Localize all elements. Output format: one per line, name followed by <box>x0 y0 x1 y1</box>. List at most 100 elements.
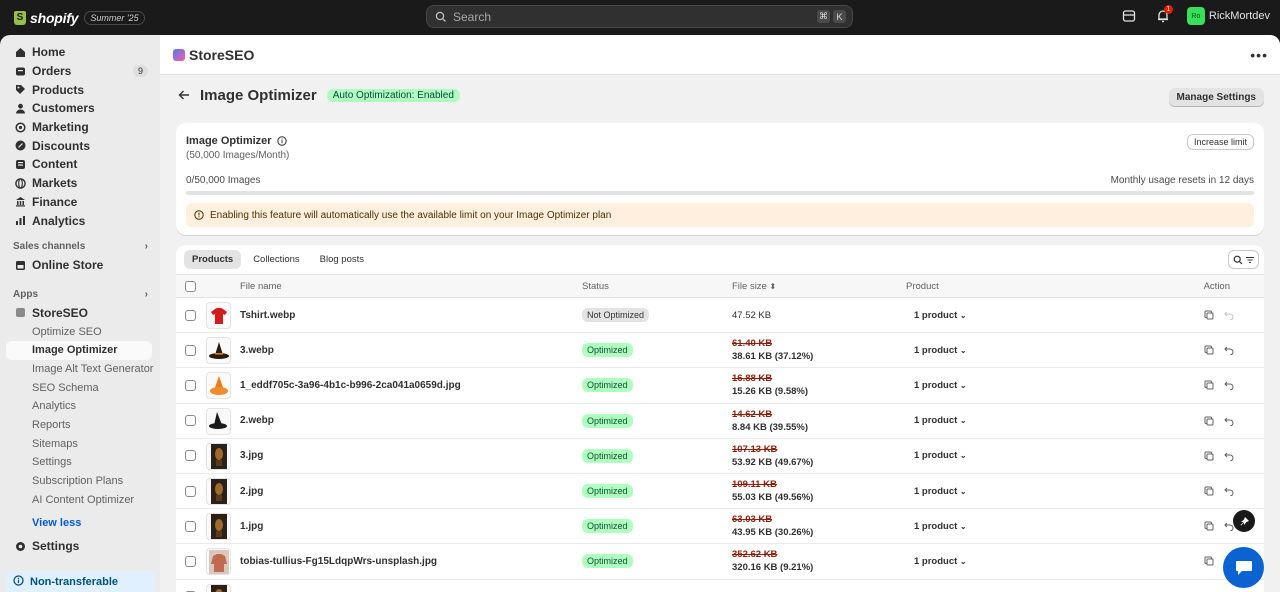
sidebar-item-discounts[interactable]: Discounts <box>0 136 160 155</box>
sidebar-item-content[interactable]: Content <box>0 155 160 174</box>
optimize-icon[interactable] <box>1204 345 1214 355</box>
alert-icon <box>194 210 204 220</box>
increase-limit-button[interactable]: Increase limit <box>1186 134 1254 150</box>
sidebar-item-home[interactable]: Home <box>0 43 160 62</box>
sidebar-subitem-image-optimizer[interactable]: Image Optimizer <box>6 340 152 360</box>
product-count: 1 product <box>914 379 958 391</box>
product-thumbnail <box>206 372 231 400</box>
optimize-icon[interactable] <box>1204 380 1214 390</box>
product-dropdown[interactable]: 1 product ⌄ <box>914 521 967 532</box>
non-transferable-notice[interactable]: Non-transferable <box>6 571 155 592</box>
sidebar-item-online-store[interactable]: Online Store <box>0 256 160 275</box>
sidebar-item-marketing[interactable]: Marketing <box>0 118 160 137</box>
file-name: 1.jpg <box>240 520 264 532</box>
sidebar-subitem-subscription-plans[interactable]: Subscription Plans <box>0 472 160 491</box>
sidebar-subitem-analytics[interactable]: Analytics <box>0 397 160 416</box>
product-dropdown[interactable]: 1 product ⌄ <box>914 415 967 426</box>
file-size: 63.03 KB 43.95 KB (30.26%) <box>732 513 813 539</box>
sidebar-subitem-image-alt-text-generator[interactable]: Image Alt Text Generator <box>0 360 160 379</box>
warning-banner: Enabling this feature will automatically… <box>186 203 1254 227</box>
orders-icon <box>14 65 26 77</box>
restore-icon[interactable] <box>1224 451 1234 461</box>
row-checkbox[interactable] <box>185 450 196 462</box>
manage-settings-button[interactable]: Manage Settings <box>1168 88 1264 107</box>
chat-bubble-icon[interactable] <box>1223 547 1264 588</box>
search-input[interactable]: Search ⌘ K <box>426 5 853 28</box>
product-dropdown[interactable]: 1 product ⌄ <box>914 380 967 391</box>
optimize-icon[interactable] <box>1204 451 1214 461</box>
sidebar-subitem-reports[interactable]: Reports <box>0 416 160 435</box>
row-actions <box>1204 521 1234 532</box>
top-bar: S shopify Summer '25 Search ⌘ K 1 Ro Ric… <box>0 0 1280 35</box>
chevron-down-icon: ⌄ <box>959 521 967 531</box>
sidebar-subitem-optimize-seo[interactable]: Optimize SEO <box>0 322 160 341</box>
sidebar-subitem-ai-content-optimizer[interactable]: AI Content Optimizer <box>0 490 160 509</box>
restore-icon[interactable] <box>1224 310 1234 321</box>
chevron-down-icon: ⌄ <box>959 380 967 390</box>
product-dropdown[interactable]: 1 product ⌄ <box>914 486 967 497</box>
restore-icon[interactable] <box>1224 345 1234 356</box>
sidebar-subitem-settings[interactable]: Settings <box>0 453 160 472</box>
tab-products[interactable]: Products <box>184 250 242 269</box>
row-checkbox[interactable] <box>185 520 196 532</box>
row-checkbox[interactable] <box>185 485 196 497</box>
product-dropdown[interactable]: 1 product ⌄ <box>914 310 967 321</box>
status-badge: Not Optimized <box>582 308 650 323</box>
restore-icon[interactable] <box>1224 486 1234 497</box>
back-arrow-icon[interactable] <box>178 88 194 104</box>
row-checkbox[interactable] <box>185 344 196 356</box>
tab-blog-posts[interactable]: Blog posts <box>312 250 372 269</box>
optimize-icon[interactable] <box>1204 556 1214 566</box>
sidebar-item-finance[interactable]: Finance <box>0 193 160 212</box>
optimize-icon[interactable] <box>1204 416 1214 426</box>
store-front-icon <box>14 259 26 271</box>
status-badge: Optimized <box>582 413 633 428</box>
sidebar-item-settings[interactable]: Settings <box>0 537 160 556</box>
product-dropdown[interactable]: 1 product ⌄ <box>914 450 967 461</box>
pin-icon[interactable] <box>1233 510 1255 532</box>
header-file-size[interactable]: File size ⬍ <box>732 281 776 292</box>
sidebar-item-markets[interactable]: Markets <box>0 174 160 193</box>
search-filter-button[interactable] <box>1228 250 1259 269</box>
optimize-icon[interactable] <box>1204 310 1214 320</box>
notification-bell-icon[interactable]: 1 <box>1153 5 1173 26</box>
restore-icon[interactable] <box>1224 380 1234 391</box>
restore-icon[interactable] <box>1224 416 1234 426</box>
status-badge: Optimized <box>582 378 633 393</box>
view-less-link[interactable]: View less <box>0 514 160 532</box>
row-checkbox[interactable] <box>185 415 196 427</box>
apps-header[interactable]: Apps › <box>0 286 160 304</box>
sidebar-item-storeseo[interactable]: StoreSEO <box>0 304 160 323</box>
chevron-down-icon: ⌄ <box>959 345 967 355</box>
shopify-logo[interactable]: S shopify Summer '25 <box>14 10 145 26</box>
more-actions-icon[interactable]: ••• <box>1250 47 1268 63</box>
filter-icon <box>1245 256 1254 263</box>
sidebar-item-customers[interactable]: Customers <box>0 99 160 118</box>
brand-name: shopify <box>30 9 79 26</box>
product-dropdown[interactable]: 1 product ⌄ <box>914 556 967 567</box>
status-badge: Optimized <box>582 519 633 534</box>
sidebar-subitem-sitemaps[interactable]: Sitemaps <box>0 434 160 453</box>
table-row: Tshirt.webp Not Optimized 47.52 KB 1 produc… <box>176 298 1264 334</box>
header-file-name: File name <box>240 280 282 292</box>
optimize-icon[interactable] <box>1204 486 1214 496</box>
sidebar-subitem-seo-schema[interactable]: SEO Schema <box>0 378 160 397</box>
sidebar-item-label: Markets <box>32 176 78 191</box>
tab-collections[interactable]: Collections <box>245 250 307 269</box>
edition-badge[interactable]: Summer '25 <box>84 10 145 25</box>
sidebar-item-products[interactable]: Products <box>0 80 160 99</box>
sidebar-item-analytics[interactable]: Analytics <box>0 211 160 230</box>
status-badge: Optimized <box>582 484 633 499</box>
store-icon[interactable] <box>1119 6 1139 26</box>
row-checkbox[interactable] <box>185 555 196 567</box>
select-all-checkbox[interactable] <box>185 280 196 292</box>
info-icon[interactable] <box>276 136 287 146</box>
product-dropdown[interactable]: 1 product ⌄ <box>914 345 967 356</box>
user-menu[interactable]: Ro RickMortdev <box>1186 7 1270 25</box>
status-badge: Optimized <box>582 343 633 358</box>
sales-channels-header[interactable]: Sales channels › <box>0 238 160 256</box>
row-checkbox[interactable] <box>185 379 196 391</box>
optimize-icon[interactable] <box>1204 521 1214 531</box>
sidebar-item-orders[interactable]: Orders 9 <box>0 62 160 81</box>
row-checkbox[interactable] <box>185 309 196 321</box>
